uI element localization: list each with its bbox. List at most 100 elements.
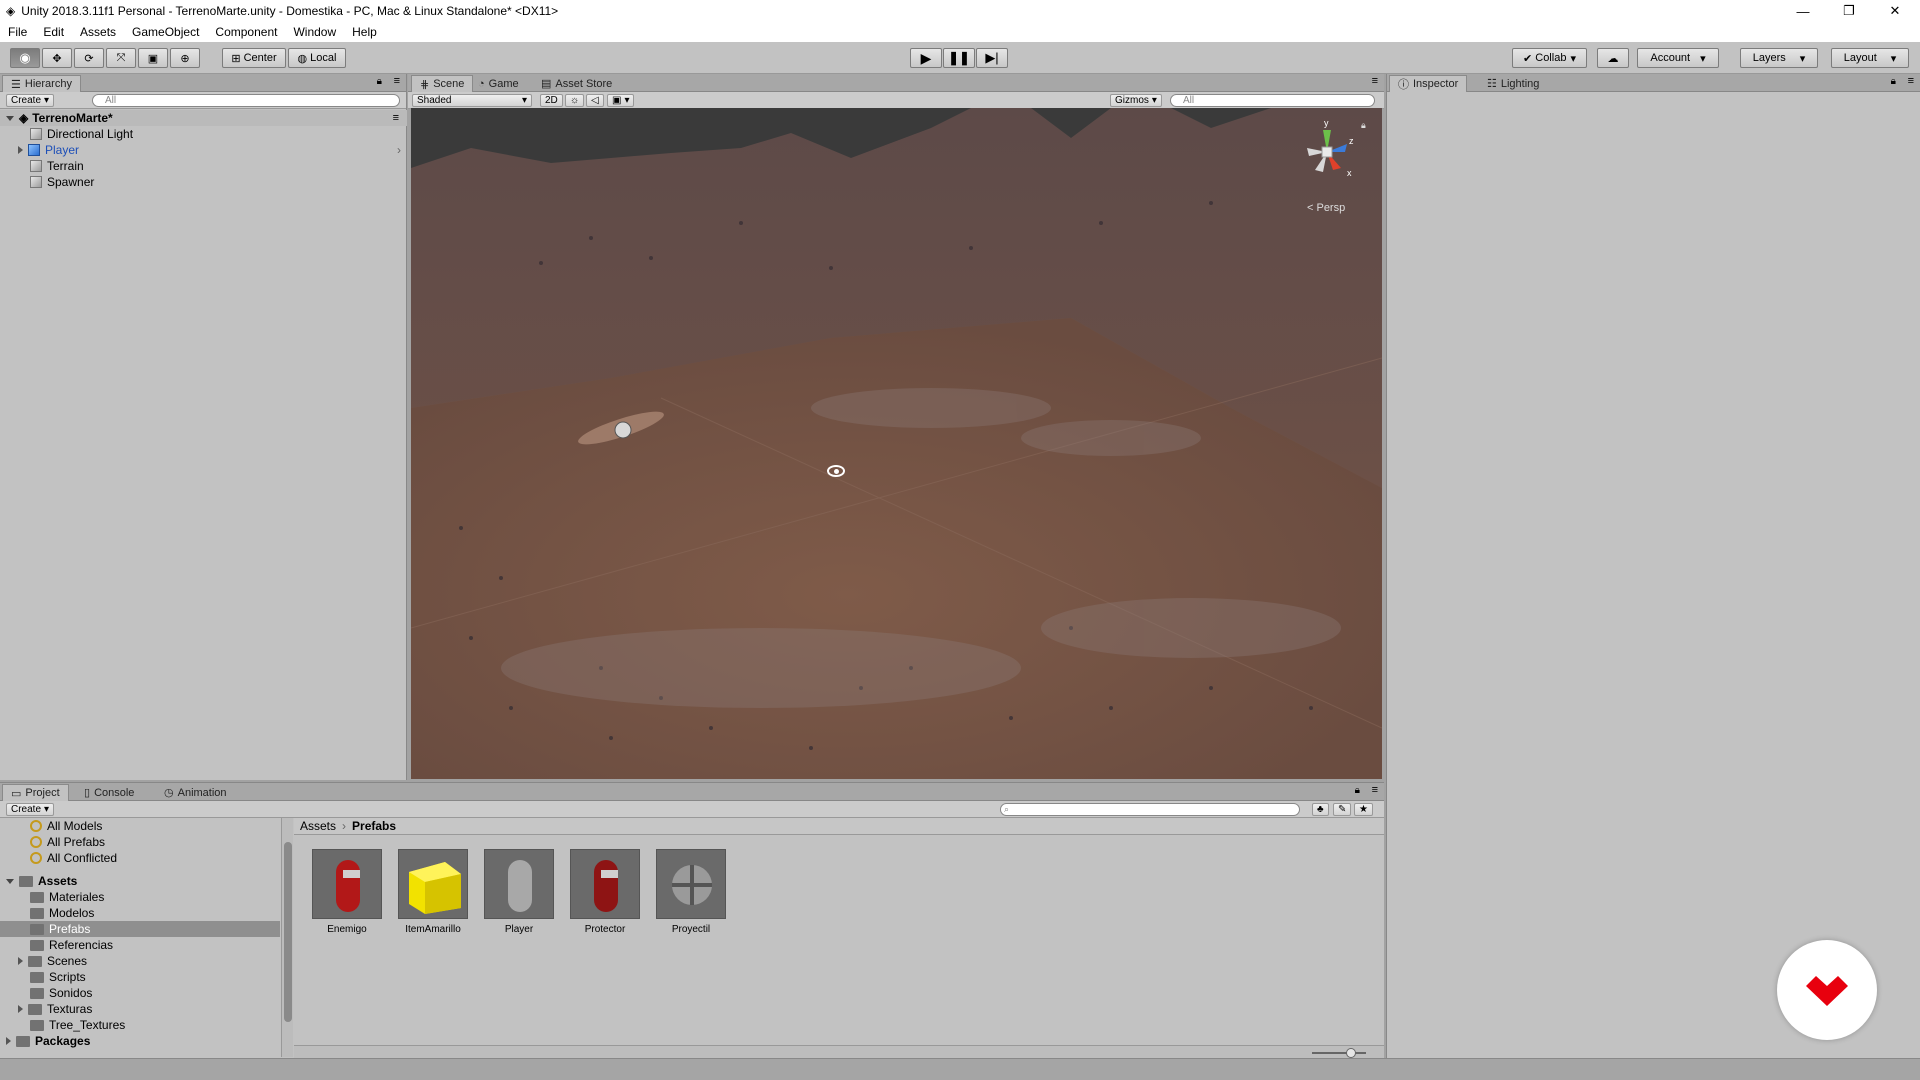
scrollbar-thumb[interactable] — [284, 842, 292, 1022]
project-search-input[interactable]: ⌕ — [1000, 803, 1300, 816]
menu-window[interactable]: Window — [285, 25, 344, 39]
tab-project[interactable]: ▭ Project — [2, 784, 69, 801]
hierarchy-item[interactable]: Terrain — [0, 158, 84, 174]
tab-inspector[interactable]: ⓘ Inspector — [1389, 75, 1468, 92]
lighting-toggle[interactable]: ☼ — [565, 94, 585, 107]
lock-icon[interactable]: 🔒︎ — [1891, 76, 1896, 87]
collab-button[interactable]: ✔ Collab ▾ — [1512, 48, 1587, 68]
toggle-2d-button[interactable]: 2D — [540, 94, 563, 107]
audio-toggle[interactable]: ◁ — [586, 94, 604, 107]
close-button[interactable]: ✕ — [1872, 0, 1918, 22]
folder-item[interactable]: Tree_Textures — [0, 1017, 125, 1033]
zoom-slider-thumb[interactable] — [1346, 1048, 1356, 1058]
menu-gameobject[interactable]: GameObject — [124, 25, 207, 39]
folder-item-selected[interactable]: Prefabs — [0, 921, 280, 937]
hierarchy-create-button[interactable]: Create ▾ — [6, 94, 55, 107]
expand-arrow-icon[interactable] — [6, 878, 14, 884]
prefab-thumbnail-itemamarillo[interactable] — [398, 849, 468, 919]
shading-mode-dropdown[interactable]: Shaded ▾ — [412, 94, 532, 107]
prefab-label[interactable]: Protector — [570, 924, 640, 935]
panel-menu-icon[interactable]: ≡ — [1372, 75, 1378, 87]
tab-animation[interactable]: ◷ Animation — [156, 784, 235, 801]
lock-icon[interactable]: 🔒︎ — [1355, 785, 1360, 796]
favorite-item[interactable]: All Models — [0, 818, 102, 834]
hierarchy-item[interactable]: Player › — [0, 142, 407, 158]
project-create-button[interactable]: Create ▾ — [6, 803, 55, 816]
favorite-item[interactable]: All Conflicted — [0, 850, 117, 866]
layers-dropdown[interactable]: Layers ▾ — [1740, 48, 1818, 68]
chevron-right-icon[interactable]: › — [397, 143, 401, 157]
zoom-slider-track[interactable] — [1312, 1052, 1366, 1054]
menu-file[interactable]: File — [0, 25, 35, 39]
rotate-tool-button[interactable]: ⟳ — [74, 48, 104, 68]
breadcrumb-item[interactable]: Prefabs — [352, 819, 396, 833]
folder-item[interactable]: Sonidos — [0, 985, 92, 1001]
tab-asset-store[interactable]: ▤ Asset Store — [533, 75, 620, 92]
folder-item[interactable]: Referencias — [0, 937, 113, 953]
scene-orientation-gizmo[interactable]: y z x — [1297, 118, 1357, 182]
rect-tool-button[interactable]: ▣ — [138, 48, 168, 68]
tab-lighting[interactable]: ☷ Lighting — [1479, 75, 1547, 92]
restore-button[interactable]: ❐ — [1826, 0, 1872, 22]
hierarchy-item[interactable]: Spawner — [0, 174, 94, 190]
expand-arrow-icon[interactable] — [18, 146, 23, 154]
expand-arrow-icon[interactable] — [18, 957, 23, 965]
folder-item[interactable]: Modelos — [0, 905, 94, 921]
tab-hierarchy[interactable]: ☰ Hierarchy — [2, 75, 81, 92]
panel-menu-icon[interactable]: ≡ — [1908, 75, 1914, 87]
hierarchy-item[interactable]: Directional Light — [0, 126, 133, 142]
camera-eye-icon[interactable] — [827, 465, 845, 477]
folder-item[interactable]: Scripts — [0, 969, 86, 985]
lock-icon[interactable]: 🔒︎ — [377, 76, 382, 87]
hand-tool-button[interactable]: ◉ — [10, 48, 40, 68]
gizmos-dropdown[interactable]: Gizmos ▾ — [1110, 94, 1162, 107]
tab-scene[interactable]: ⋕ Scene — [411, 75, 474, 92]
prefab-label[interactable]: Enemigo — [312, 924, 382, 935]
prefab-thumbnail-player[interactable] — [484, 849, 554, 919]
favorite-item[interactable]: All Prefabs — [0, 834, 105, 850]
prefab-thumbnail-enemigo[interactable] — [312, 849, 382, 919]
expand-arrow-icon[interactable] — [6, 115, 14, 121]
prefab-label[interactable]: ItemAmarillo — [398, 924, 468, 935]
pivot-local-button[interactable]: ◍ Local — [288, 48, 346, 68]
step-button[interactable]: ▶| — [976, 48, 1008, 68]
folder-item[interactable]: Scenes — [0, 953, 87, 969]
menu-help[interactable]: Help — [344, 25, 385, 39]
breadcrumb-item[interactable]: Assets — [300, 819, 336, 833]
lock-icon[interactable]: 🔒︎ — [1361, 120, 1366, 131]
hierarchy-search-input[interactable]: All — [92, 94, 400, 107]
cloud-button[interactable]: ☁ — [1597, 48, 1629, 68]
tab-game[interactable]: ◔ Game — [470, 75, 527, 92]
scene-root-row[interactable]: ◈ TerrenoMarte* ≡ — [0, 110, 407, 126]
filter-label-button[interactable]: ✎ — [1333, 803, 1352, 816]
layout-dropdown[interactable]: Layout ▾ — [1831, 48, 1909, 68]
transform-tool-button[interactable]: ⊕ — [170, 48, 200, 68]
menu-edit[interactable]: Edit — [35, 25, 72, 39]
minimize-button[interactable]: — — [1780, 0, 1826, 22]
prefab-label[interactable]: Player — [484, 924, 554, 935]
folder-item[interactable]: Texturas — [0, 1001, 92, 1017]
play-button[interactable]: ▶ — [910, 48, 942, 68]
prefab-thumbnail-proyectil[interactable] — [656, 849, 726, 919]
menu-assets[interactable]: Assets — [72, 25, 124, 39]
scale-tool-button[interactable]: ⤧ — [106, 48, 136, 68]
tree-scrollbar[interactable] — [281, 818, 293, 1057]
menu-component[interactable]: Component — [207, 25, 285, 39]
scene-menu-icon[interactable]: ≡ — [393, 112, 399, 124]
pause-button[interactable]: ❚❚ — [943, 48, 975, 68]
filter-type-button[interactable]: ♣ — [1312, 803, 1329, 816]
prefab-label[interactable]: Proyectil — [656, 924, 726, 935]
panel-menu-icon[interactable]: ≡ — [1372, 784, 1378, 796]
account-button[interactable]: Account ▾ — [1637, 48, 1719, 68]
packages-root[interactable]: Packages — [0, 1033, 90, 1049]
scene-viewport[interactable]: y z x 🔒︎ < Persp — [411, 108, 1382, 779]
tab-console[interactable]: ▯ Console — [76, 784, 142, 801]
prefab-thumbnail-protector[interactable] — [570, 849, 640, 919]
effects-toggle[interactable]: ▣ ▾ — [607, 94, 635, 107]
perspective-label[interactable]: < Persp — [1307, 202, 1345, 214]
move-tool-button[interactable]: ✥ — [42, 48, 72, 68]
expand-arrow-icon[interactable] — [6, 1037, 11, 1045]
scene-search-input[interactable]: All — [1170, 94, 1375, 107]
assets-root[interactable]: Assets — [0, 873, 77, 889]
favorite-button[interactable]: ★ — [1354, 803, 1373, 816]
